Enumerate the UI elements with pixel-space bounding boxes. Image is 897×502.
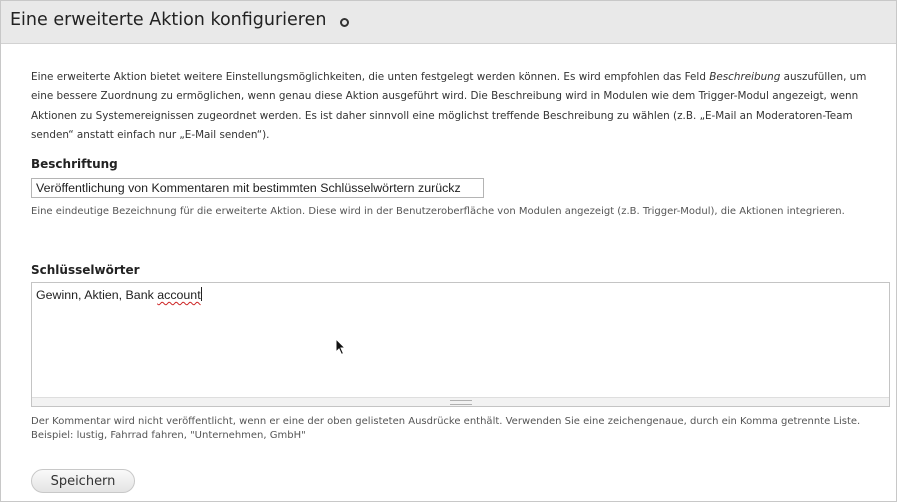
keywords-value-text: Gewinn, Aktien, Bank bbox=[36, 288, 158, 302]
keywords-field-label: Schlüsselwörter bbox=[31, 263, 140, 277]
grip-lines-icon bbox=[450, 400, 472, 405]
mouse-pointer-icon bbox=[335, 338, 347, 356]
intro-text: Eine erweiterte Aktion bietet weitere Ei… bbox=[31, 68, 886, 145]
keywords-field-description: Der Kommentar wird nicht veröffentlicht,… bbox=[31, 416, 861, 441]
label-input[interactable]: Veröffentlichung von Kommentaren mit bes… bbox=[31, 178, 484, 198]
keywords-value: Gewinn, Aktien, Bank account bbox=[36, 287, 202, 302]
label-field-label: Beschriftung bbox=[31, 157, 118, 171]
page-header: Eine erweiterte Aktion konfigurieren bbox=[1, 1, 896, 44]
page-title: Eine erweiterte Aktion konfigurieren bbox=[10, 10, 327, 30]
save-button[interactable]: Speichern bbox=[31, 469, 135, 493]
intro-text-part-1: Eine erweiterte Aktion bietet weitere Ei… bbox=[31, 71, 710, 83]
misspelled-word: account bbox=[157, 288, 201, 302]
textarea-resize-grip[interactable] bbox=[32, 397, 889, 406]
keywords-textarea[interactable]: Gewinn, Aktien, Bank account bbox=[31, 282, 890, 407]
text-caret bbox=[200, 287, 202, 301]
action-config-page: Eine erweiterte Aktion konfigurieren Ein… bbox=[0, 0, 897, 502]
label-field-description: Eine eindeutige Bezeichnung für die erwe… bbox=[31, 206, 845, 217]
circle-icon[interactable] bbox=[340, 18, 349, 27]
intro-emphasis: Beschreibung bbox=[709, 71, 781, 83]
